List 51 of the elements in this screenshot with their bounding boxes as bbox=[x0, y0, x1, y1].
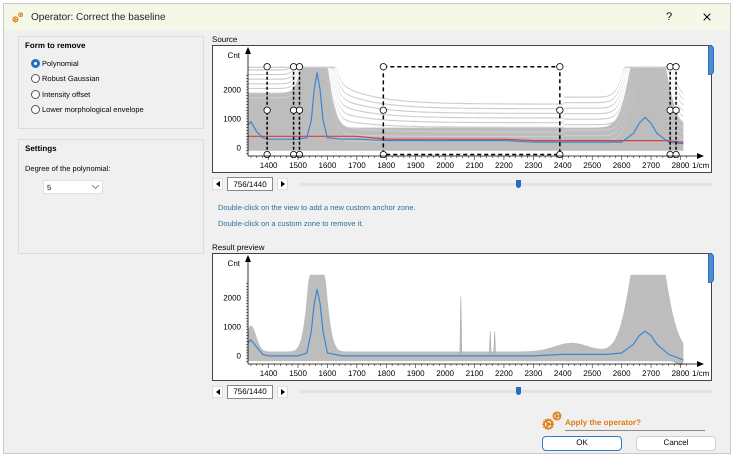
axis-label: 1900 bbox=[406, 161, 425, 170]
axis-label: 1000 bbox=[223, 322, 241, 331]
axis-label: 2100 bbox=[466, 368, 484, 378]
axis-label: 0 bbox=[236, 350, 241, 360]
axis-label: 1900 bbox=[406, 368, 425, 378]
group-title: Form to remove bbox=[25, 40, 86, 52]
axis-title: 1/cm bbox=[692, 368, 710, 378]
axis-label: 1700 bbox=[348, 368, 366, 378]
help-button[interactable]: ? bbox=[654, 8, 684, 26]
axis-label: 2100 bbox=[466, 161, 484, 170]
spectrum-index-field[interactable]: 756/1440 bbox=[227, 177, 273, 191]
group-title: Settings bbox=[25, 143, 58, 155]
axis-label: 2000 bbox=[436, 368, 454, 378]
axis-label: 1400 bbox=[260, 161, 278, 170]
axis-label: 2800 bbox=[672, 161, 690, 170]
axis-title: 1/cm bbox=[692, 161, 710, 170]
axis-label: 2200 bbox=[495, 161, 513, 170]
axis-label: 2000 bbox=[223, 292, 241, 302]
axis-label: 2800 bbox=[672, 368, 690, 378]
axis-label: 2500 bbox=[583, 368, 602, 378]
axis-label: 2600 bbox=[612, 368, 631, 378]
apply-label: Apply the operator? bbox=[565, 416, 705, 430]
dialog-button[interactable]: OK bbox=[542, 436, 622, 450]
axis-label: 1600 bbox=[318, 161, 336, 170]
axis-label: 2500 bbox=[583, 161, 602, 170]
axis-label: 1600 bbox=[318, 368, 336, 378]
section-title: Result preview bbox=[212, 242, 266, 252]
axis-label: 1800 bbox=[377, 161, 396, 170]
axis-label: 1500 bbox=[289, 161, 307, 170]
axis-title: Cnt bbox=[228, 51, 240, 60]
axis-label: 2300 bbox=[524, 161, 542, 170]
axis-label: 2700 bbox=[642, 161, 660, 170]
axis-label: 1000 bbox=[223, 114, 241, 124]
axis-label: 2000 bbox=[223, 85, 241, 94]
axis-label: 2300 bbox=[524, 368, 542, 378]
axis-label: 2200 bbox=[495, 368, 513, 378]
window-title: Operator: Correct the baseline bbox=[31, 10, 167, 24]
axis-label: 0 bbox=[236, 143, 241, 152]
axis-label: 1700 bbox=[348, 161, 366, 170]
axis-label: 2700 bbox=[642, 368, 660, 378]
section-title: Source bbox=[212, 34, 238, 45]
spectrum-index-field[interactable]: 756/1440 bbox=[227, 384, 273, 398]
axis-label: 1400 bbox=[260, 368, 278, 378]
axis-label: 2000 bbox=[436, 161, 454, 170]
axis-label: 1800 bbox=[377, 368, 396, 378]
axis-label: 2400 bbox=[554, 161, 572, 170]
axis-label: 1500 bbox=[289, 368, 307, 378]
dialog-button[interactable]: Cancel bbox=[636, 436, 716, 450]
axis-label: 2600 bbox=[612, 161, 631, 170]
axis-label: 2400 bbox=[554, 368, 572, 378]
axis-title: Cnt bbox=[228, 258, 240, 268]
